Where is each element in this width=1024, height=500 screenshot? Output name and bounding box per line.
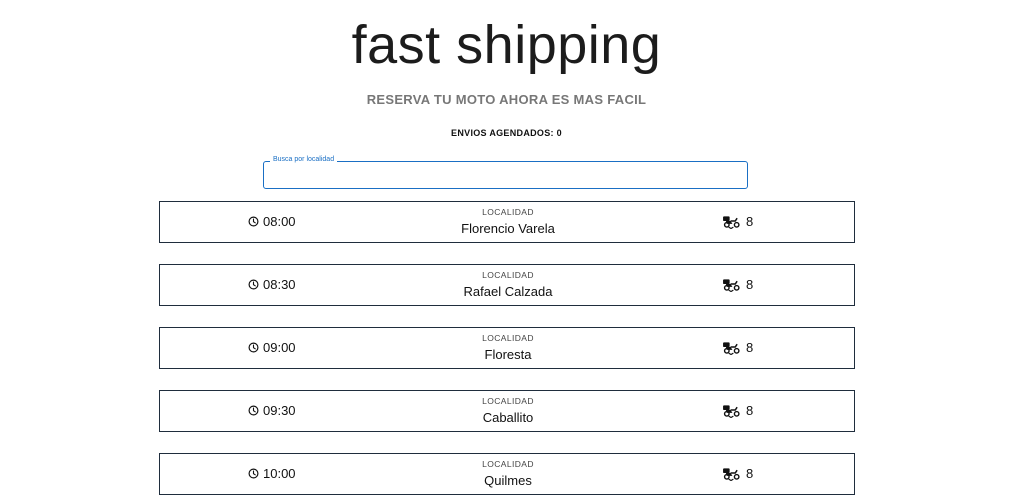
locality-name: Floresta bbox=[484, 347, 532, 362]
locality-label: LOCALIDAD bbox=[482, 459, 534, 469]
scheduled-counter-label: ENVIOS AGENDADOS: bbox=[451, 128, 554, 138]
slot-time: 09:30 bbox=[248, 403, 296, 418]
clock-icon bbox=[248, 405, 259, 416]
slot-capacity: 8 bbox=[722, 277, 753, 292]
slot-time: 10:00 bbox=[248, 466, 296, 481]
locality-name: Caballito bbox=[482, 410, 534, 425]
slot-card[interactable]: 08:00 LOCALIDAD Florencio Varela 8 bbox=[159, 201, 855, 243]
slot-capacity: 8 bbox=[722, 403, 753, 418]
slot-locality: LOCALIDAD Quilmes bbox=[408, 459, 608, 489]
slot-capacity-value: 8 bbox=[746, 277, 754, 292]
slot-locality: LOCALIDAD Floresta bbox=[408, 333, 608, 363]
slot-capacity-value: 8 bbox=[746, 403, 754, 418]
slot-locality: LOCALIDAD Caballito bbox=[408, 396, 608, 426]
scheduled-counter-value: 0 bbox=[556, 128, 562, 138]
locality-label: LOCALIDAD bbox=[482, 396, 534, 406]
slot-card[interactable]: 10:00 LOCALIDAD Quilmes 8 bbox=[159, 453, 855, 495]
clock-icon bbox=[248, 216, 259, 227]
clock-icon bbox=[248, 342, 259, 353]
slot-list: 08:00 LOCALIDAD Florencio Varela 8 08:30… bbox=[159, 201, 855, 500]
search-label: Busca por localidad bbox=[270, 155, 338, 165]
slot-card[interactable]: 09:00 LOCALIDAD Floresta 8 bbox=[159, 327, 855, 369]
delivery-moto-icon bbox=[723, 216, 740, 229]
slot-time: 08:00 bbox=[248, 214, 296, 229]
slot-time-value: 09:00 bbox=[263, 340, 296, 355]
clock-icon bbox=[248, 468, 259, 479]
delivery-moto-icon bbox=[723, 405, 740, 418]
slot-capacity-value: 8 bbox=[746, 214, 754, 229]
locality-label: LOCALIDAD bbox=[482, 333, 534, 343]
locality-name: Rafael Calzada bbox=[463, 284, 553, 299]
slot-locality: LOCALIDAD Rafael Calzada bbox=[408, 270, 608, 300]
slot-time: 09:00 bbox=[248, 340, 296, 355]
page: fast shipping RESERVA TU MOTO AHORA ES M… bbox=[0, 0, 1024, 500]
slot-capacity-value: 8 bbox=[746, 340, 754, 355]
clock-icon bbox=[248, 279, 259, 290]
delivery-moto-icon bbox=[723, 279, 740, 292]
app-title: fast shipping bbox=[351, 15, 662, 75]
slot-capacity: 8 bbox=[722, 466, 753, 481]
locality-label: LOCALIDAD bbox=[482, 207, 534, 217]
scheduled-counter: ENVIOS AGENDADOS: 0 bbox=[0, 128, 1013, 138]
delivery-moto-icon bbox=[723, 342, 740, 355]
slot-time: 08:30 bbox=[248, 277, 296, 292]
search-input[interactable] bbox=[264, 162, 747, 188]
slot-time-value: 08:30 bbox=[263, 277, 296, 292]
slot-capacity: 8 bbox=[722, 340, 753, 355]
locality-name: Florencio Varela bbox=[461, 221, 555, 236]
slot-capacity: 8 bbox=[722, 214, 753, 229]
locality-label: LOCALIDAD bbox=[482, 270, 534, 280]
locality-name: Quilmes bbox=[484, 473, 532, 488]
slot-time-value: 10:00 bbox=[263, 466, 296, 481]
slot-card[interactable]: 08:30 LOCALIDAD Rafael Calzada 8 bbox=[159, 264, 855, 306]
slot-time-value: 09:30 bbox=[263, 403, 296, 418]
slot-capacity-value: 8 bbox=[746, 466, 754, 481]
delivery-moto-icon bbox=[723, 468, 740, 481]
slot-card[interactable]: 09:30 LOCALIDAD Caballito 8 bbox=[159, 390, 855, 432]
search-field[interactable] bbox=[263, 161, 748, 189]
slot-locality: LOCALIDAD Florencio Varela bbox=[408, 207, 608, 237]
page-subtitle: RESERVA TU MOTO AHORA ES MAS FACIL bbox=[366, 92, 647, 107]
slot-time-value: 08:00 bbox=[263, 214, 296, 229]
